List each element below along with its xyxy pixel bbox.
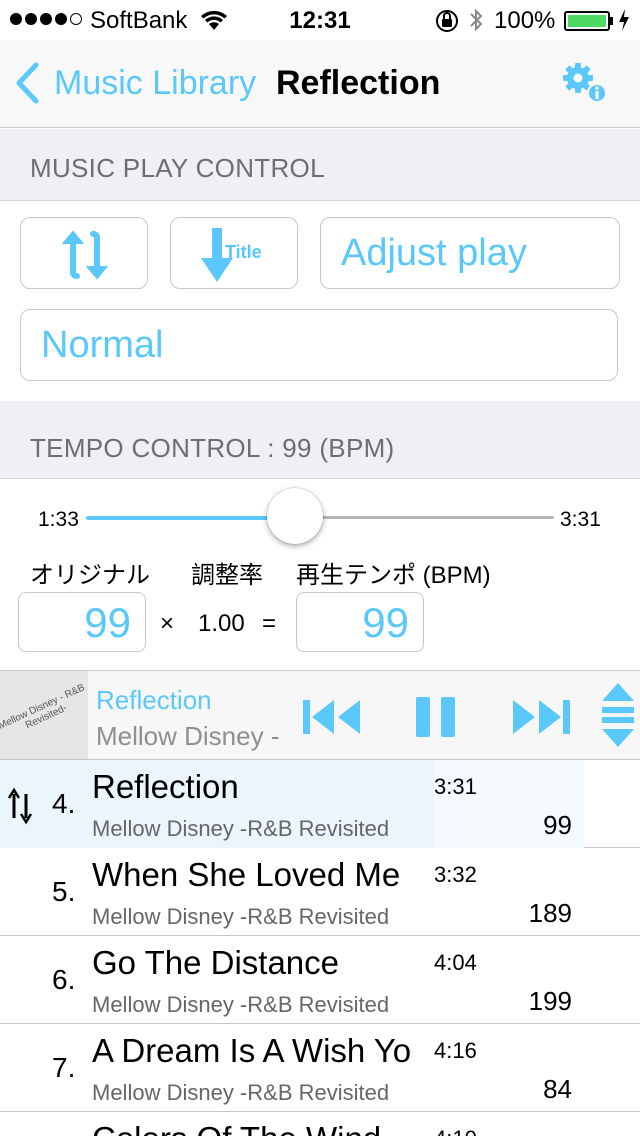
battery-icon	[564, 11, 610, 31]
slider-track[interactable]	[296, 516, 554, 519]
song-title: When She Loved Me	[92, 856, 401, 893]
adjust-play-label: Adjust play	[341, 232, 527, 274]
album-art[interactable]: Mellow Disney - R&B Revisited-	[0, 671, 88, 759]
song-bpm: 189	[528, 898, 572, 928]
play-tempo-field[interactable]: 99	[296, 592, 424, 652]
song-row[interactable]: Colors Of The Wind 4:10	[0, 1112, 640, 1136]
repeat-icon	[8, 787, 32, 825]
song-row[interactable]: 5. When She Loved Me Mellow Disney -R&B …	[0, 848, 640, 936]
track-number: 6.	[52, 964, 76, 995]
adjust-play-button[interactable]: Adjust play	[320, 217, 620, 289]
chevron-left-icon	[16, 62, 39, 104]
sort-order-label: Title	[225, 242, 262, 262]
original-tempo-field[interactable]: 99	[18, 592, 146, 652]
song-title: Go The Distance	[92, 944, 340, 981]
equals-sign: =	[262, 610, 277, 637]
song-duration: 4:04	[434, 950, 477, 975]
play-tempo-value: 99	[362, 599, 409, 646]
battery-percent: 100%	[494, 7, 556, 34]
play-tempo-label: 再生テンポ (BPM)	[296, 562, 491, 589]
song-bpm: 84	[543, 1074, 572, 1104]
song-duration: 4:16	[434, 1038, 477, 1063]
now-playing-title: Reflection	[96, 685, 212, 715]
back-button[interactable]: Music Library	[14, 62, 256, 104]
song-bpm: 99	[543, 810, 572, 840]
song-album: Mellow Disney -R&B Revisited	[92, 816, 390, 841]
rotation-lock-icon	[436, 10, 458, 32]
skip-forward-icon[interactable]	[510, 697, 574, 737]
original-tempo-label: オリジナル	[30, 562, 150, 589]
song-album: Mellow Disney -R&B Revisited	[92, 1080, 390, 1105]
song-duration: 3:32	[434, 862, 477, 887]
status-bar: SoftBank 12:31 100%	[0, 0, 640, 40]
pause-icon[interactable]	[412, 695, 460, 739]
ratio-value[interactable]: 1.00	[198, 610, 245, 638]
up-down-arrows-icon[interactable]	[598, 681, 638, 749]
multiply-sign: ×	[160, 610, 175, 637]
track-number: 5.	[52, 876, 76, 907]
now-playing-bar: Mellow Disney - R&B Revisited- Reflectio…	[0, 670, 640, 760]
section-header-label: TEMPO CONTROL : 99 (BPM)	[30, 433, 395, 463]
song-album: Mellow Disney -R&B Revisited	[92, 904, 390, 929]
back-label: Music Library	[54, 63, 257, 102]
slider-track-filled	[86, 516, 296, 520]
album-art-text: Mellow Disney - R&B Revisited-	[0, 682, 87, 732]
song-row[interactable]: 6. Go The Distance Mellow Disney -R&B Re…	[0, 936, 640, 1024]
play-mode-label: Normal	[41, 324, 164, 366]
song-row[interactable]: 7. A Dream Is A Wish Yo Mellow Disney -R…	[0, 1024, 640, 1112]
song-row[interactable]: 4. Reflection Mellow Disney -R&B Revisit…	[0, 760, 640, 848]
position-slider-thumb[interactable]	[267, 488, 323, 544]
tempo-panel: 1:33 3:31 オリジナル 調整率 再生テンポ (BPM) 99 × 1.0…	[0, 480, 640, 670]
bluetooth-icon	[470, 8, 483, 32]
song-title: A Dream Is A Wish Yo	[92, 1032, 412, 1069]
original-tempo-value: 99	[84, 599, 131, 646]
sort-order-button[interactable]: Title	[170, 217, 298, 289]
settings-gear-icon[interactable]	[560, 60, 612, 108]
slider-end-time: 3:31	[560, 508, 601, 531]
now-playing-artist: Mellow Disney -	[96, 721, 280, 751]
song-duration: 4:10	[434, 1126, 477, 1136]
navigation-bar: Music Library Reflection	[0, 40, 640, 128]
page-title: Reflection	[276, 64, 441, 102]
play-mode-button[interactable]: Normal	[20, 309, 618, 381]
song-title: Colors Of The Wind	[92, 1120, 428, 1136]
skip-back-icon[interactable]	[300, 697, 364, 737]
track-number: 7.	[52, 1052, 76, 1083]
ratio-label: 調整率	[191, 562, 263, 589]
charging-icon	[619, 9, 629, 31]
song-bpm: 199	[528, 986, 572, 1016]
song-album: Mellow Disney -R&B Revisited	[92, 992, 390, 1017]
repeat-button[interactable]	[20, 217, 148, 289]
song-title: Reflection	[92, 768, 239, 805]
section-header-play-control: MUSIC PLAY CONTROL	[0, 129, 640, 201]
song-duration: 3:31	[434, 774, 477, 799]
section-header-label: MUSIC PLAY CONTROL	[30, 153, 325, 183]
section-header-tempo-control: TEMPO CONTROL : 99 (BPM)	[0, 401, 640, 479]
repeat-icon	[62, 230, 108, 280]
slider-start-time: 1:33	[38, 508, 79, 531]
track-number: 4.	[52, 788, 76, 819]
